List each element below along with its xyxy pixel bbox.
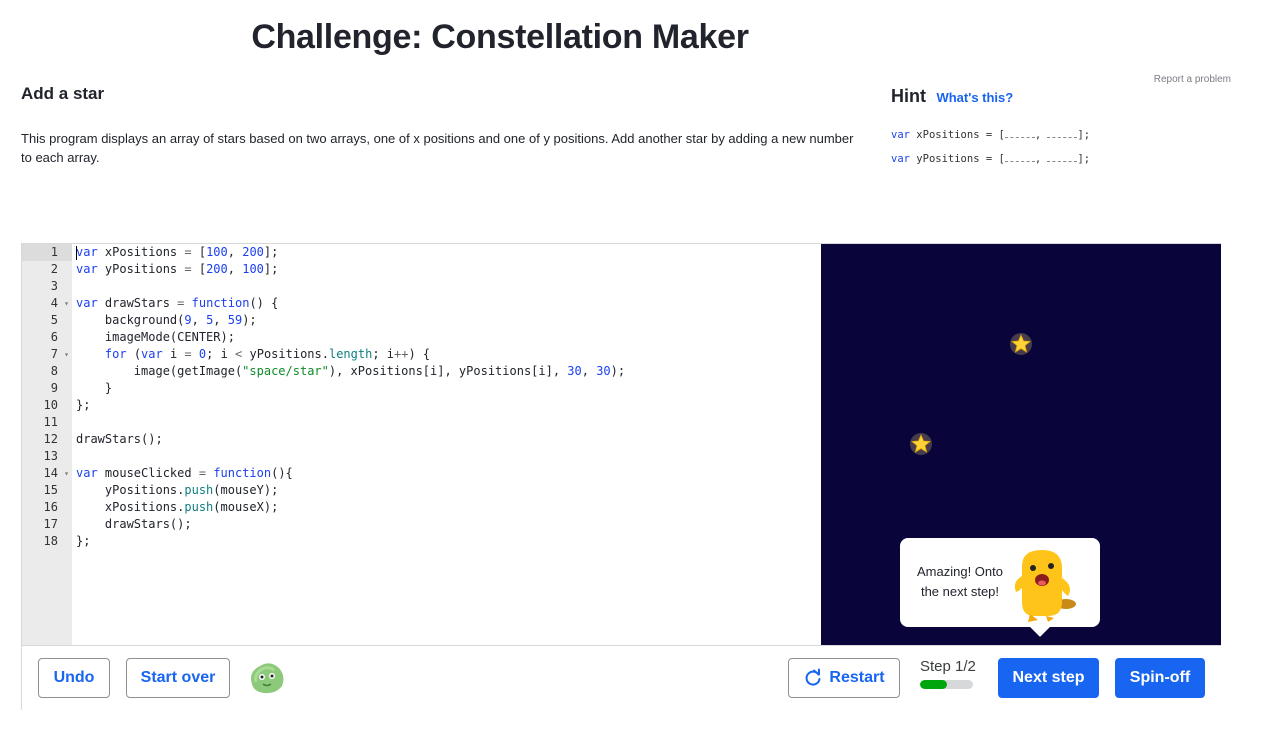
restart-label: Restart <box>829 669 885 686</box>
hint-keyword: var <box>891 153 910 165</box>
yellow-monster-mascot-icon <box>1014 550 1076 622</box>
workspace: 1 2 3 4 ▾ 5 6 7 ▾ 8 9 10 11 12 13 14 ▾ 15 16 17 18 var xPosi… <box>21 243 1221 710</box>
hint-end: ]; <box>1077 153 1091 165</box>
line-number: 4 ▾ <box>50 295 69 312</box>
line-number: 6 <box>50 330 58 344</box>
code-line[interactable] <box>76 448 821 465</box>
report-problem-link[interactable]: Report a problem <box>1154 74 1231 85</box>
code-line[interactable]: }; <box>76 397 821 414</box>
step-indicator: Step 1/2 <box>920 658 990 689</box>
hint-blank <box>1004 152 1035 162</box>
code-line[interactable]: var yPositions = [200, 100]; <box>76 261 821 278</box>
line-number: 11 <box>43 415 58 429</box>
code-line[interactable]: background(9, 5, 59); <box>76 312 821 329</box>
code-line[interactable]: image(getImage("space/star"), xPositions… <box>76 363 821 380</box>
next-step-button[interactable]: Next step <box>998 658 1099 698</box>
line-number: 15 <box>43 483 58 497</box>
line-number: 12 <box>43 432 58 446</box>
code-line[interactable]: var mouseClicked = function(){ <box>76 465 821 482</box>
restart-button[interactable]: Restart <box>788 658 900 698</box>
code-line[interactable]: imageMode(CENTER); <box>76 329 821 346</box>
hint-sep: , <box>1034 129 1042 141</box>
step-label: Step 1/2 <box>920 658 976 675</box>
line-number: 1 <box>22 244 72 261</box>
line-number: 16 <box>43 500 58 514</box>
code-line[interactable] <box>76 414 821 431</box>
output-canvas[interactable]: Amazing! Onto the next step! <box>821 244 1221 645</box>
line-number: 7 ▾ <box>50 346 69 363</box>
success-message: Amazing! Onto the next step! <box>917 564 1003 599</box>
hint-keyword: var <box>891 129 910 141</box>
step-instructions: This program displays an array of stars … <box>21 131 854 165</box>
fold-arrow-icon[interactable]: ▾ <box>64 346 69 363</box>
line-number: 3 <box>50 279 58 293</box>
code-line[interactable]: drawStars(); <box>76 431 821 448</box>
code-line[interactable]: }; <box>76 533 821 550</box>
hint-end: ]; <box>1077 129 1091 141</box>
undo-button[interactable]: Undo <box>38 658 110 698</box>
hint-text: yPositions = [ <box>916 153 1005 165</box>
hint-blank <box>1004 128 1035 138</box>
code-line[interactable]: var drawStars = function() { <box>76 295 821 312</box>
step-progress-bar <box>920 680 973 689</box>
code-line[interactable]: yPositions.push(mouseY); <box>76 482 821 499</box>
refresh-icon <box>806 668 821 686</box>
hint-blank <box>1047 152 1078 162</box>
line-number: 2 <box>50 262 58 276</box>
line-number: 9 <box>50 381 58 395</box>
fold-arrow-icon[interactable]: ▾ <box>64 295 69 312</box>
star-icon <box>1010 333 1032 355</box>
code-line[interactable]: for (var i = 0; i < yPositions.length; i… <box>76 346 821 363</box>
success-speech-bubble: Amazing! Onto the next step! <box>900 538 1100 627</box>
star-icon <box>910 433 932 455</box>
line-number: 8 <box>50 364 58 378</box>
line-number: 17 <box>43 517 58 531</box>
line-number: 14 ▾ <box>43 465 69 482</box>
line-gutter: 1 2 3 4 ▾ 5 6 7 ▾ 8 9 10 11 12 13 14 ▾ 15 16 17 18 <box>22 244 72 645</box>
spin-off-button[interactable]: Spin-off <box>1115 658 1205 698</box>
hint-line: var yPositions = [, ]; <box>891 147 1090 171</box>
hint-text: xPositions = [ <box>916 129 1005 141</box>
code-area[interactable]: var xPositions = [100, 200]; var yPositi… <box>76 244 821 550</box>
step-progress-fill <box>920 680 947 689</box>
fold-arrow-icon[interactable]: ▾ <box>64 465 69 482</box>
hint-blank <box>1047 128 1078 138</box>
hint-panel: Hint What's this? var xPositions = [, ];… <box>891 86 1090 171</box>
code-line[interactable]: xPositions.push(mouseX); <box>76 499 821 516</box>
page-title: Challenge: Constellation Maker <box>251 18 749 56</box>
green-blob-avatar-icon <box>251 663 284 694</box>
step-heading: Add a star <box>21 84 105 103</box>
line-number: 10 <box>43 398 58 412</box>
code-line[interactable]: } <box>76 380 821 397</box>
code-line[interactable]: var xPositions = [100, 200]; <box>76 244 821 261</box>
hint-sep: , <box>1034 153 1042 165</box>
whats-this-link[interactable]: What's this? <box>936 90 1013 105</box>
code-line[interactable] <box>76 278 821 295</box>
start-over-button[interactable]: Start over <box>126 658 230 698</box>
hint-title: Hint <box>891 86 926 106</box>
toolbar: Undo Start over Restart Step 1/2 Next st… <box>22 645 1221 710</box>
code-editor[interactable]: 1 2 3 4 ▾ 5 6 7 ▾ 8 9 10 11 12 13 14 ▾ 15 16 17 18 var xPosi… <box>22 244 821 645</box>
line-number: 13 <box>43 449 58 463</box>
line-number: 18 <box>43 534 58 548</box>
hint-line: var xPositions = [, ]; <box>891 123 1090 147</box>
hint-code: var xPositions = [, ]; var yPositions = … <box>891 123 1090 171</box>
code-line[interactable]: drawStars(); <box>76 516 821 533</box>
line-number: 5 <box>50 313 58 327</box>
